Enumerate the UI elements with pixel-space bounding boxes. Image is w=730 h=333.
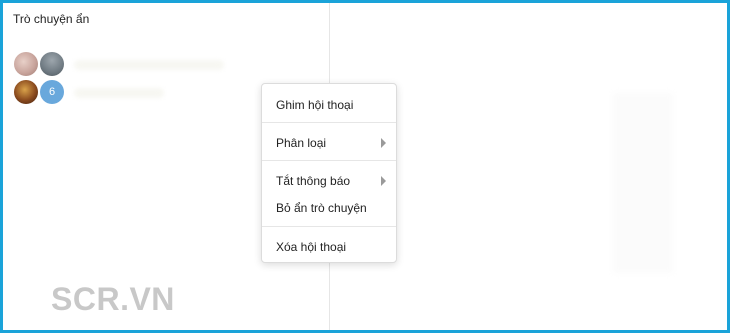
menu-item-label: Phân loại [276, 136, 327, 150]
menu-item-pin-conversation[interactable]: Ghim hội thoại [262, 93, 396, 117]
chevron-right-icon [381, 176, 386, 186]
conversation-item[interactable] [12, 51, 312, 79]
menu-item-label: Xóa hội thoại [276, 240, 347, 254]
app-frame: Trò chuyện ẩn 6 Ghim hội thoại Phân loại… [0, 0, 730, 333]
menu-item-label: Bỏ ẩn trò chuyện [276, 201, 367, 215]
menu-item-classify[interactable]: Phân loại [262, 131, 396, 155]
menu-item-delete-conversation[interactable]: Xóa hội thoại [262, 235, 396, 259]
watermark-logo: SCR.VN [51, 281, 175, 317]
menu-divider [262, 122, 396, 123]
blurred-conversation-name [74, 60, 224, 70]
avatar [14, 52, 38, 76]
blurred-conversation-name [74, 88, 164, 98]
menu-item-mute-notifications[interactable]: Tắt thông báo [262, 169, 396, 193]
avatar [40, 52, 64, 76]
blurred-content [613, 93, 673, 273]
avatar [14, 80, 38, 104]
chevron-right-icon [381, 138, 386, 148]
menu-item-label: Tắt thông báo [276, 174, 351, 188]
member-count-badge: 6 [40, 80, 64, 104]
menu-divider [262, 160, 396, 161]
menu-item-unhide-chat[interactable]: Bỏ ẩn trò chuyện [262, 196, 396, 220]
conversation-context-menu: Ghim hội thoại Phân loại Tắt thông báo B… [261, 83, 397, 263]
menu-divider [262, 226, 396, 227]
menu-item-label: Ghim hội thoại [276, 98, 354, 112]
hidden-chats-title: Trò chuyện ẩn [13, 12, 90, 26]
